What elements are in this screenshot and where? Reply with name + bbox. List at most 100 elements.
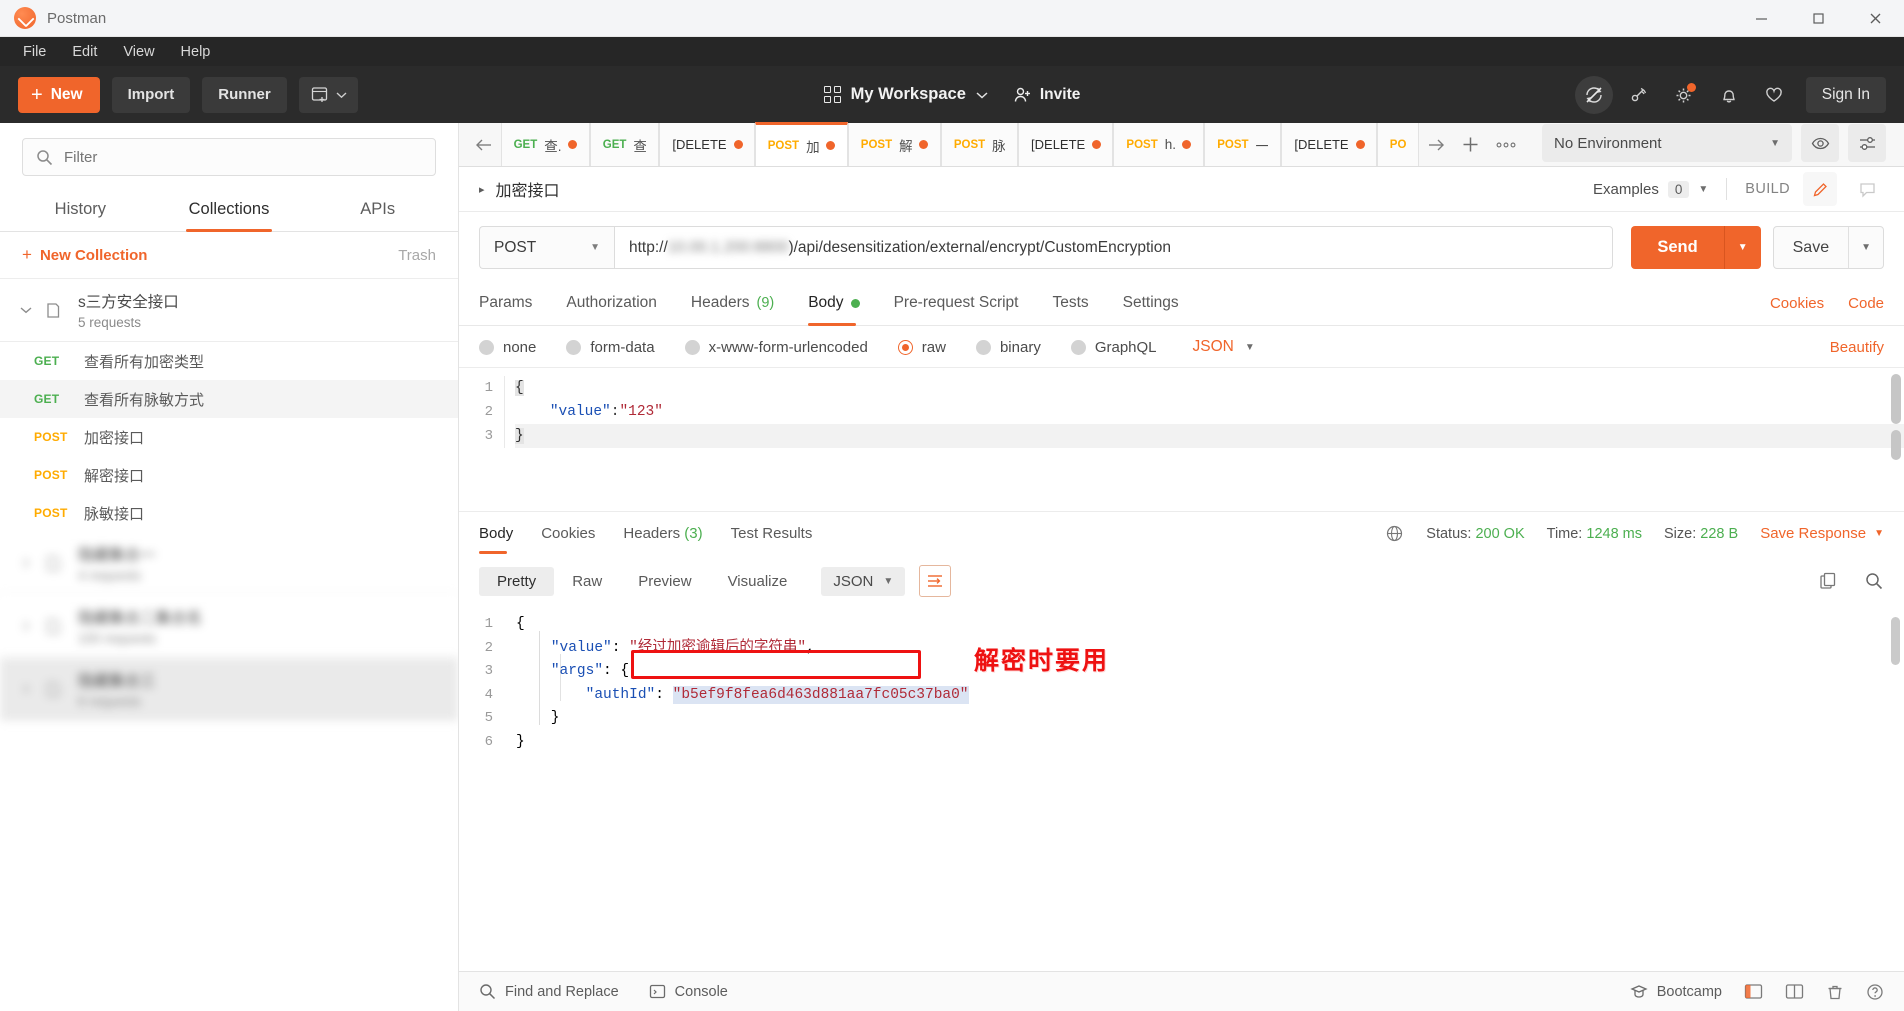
tab-3[interactable]: POST 加 <box>754 122 848 166</box>
menu-help[interactable]: Help <box>168 41 224 63</box>
comment-icon[interactable] <box>1850 172 1884 206</box>
menu-view[interactable]: View <box>110 41 167 63</box>
body-type-form-data[interactable]: form-data <box>566 339 655 356</box>
eye-icon[interactable] <box>1801 124 1839 162</box>
chevron-right-icon[interactable] <box>20 684 32 694</box>
body-type-none[interactable]: none <box>479 339 536 356</box>
tab-10[interactable]: PO <box>1376 123 1420 166</box>
response-tab-body[interactable]: Body <box>479 513 513 554</box>
chevron-right-icon[interactable]: ▸ <box>479 183 485 196</box>
plus-icon[interactable] <box>1453 123 1489 166</box>
request-item-0[interactable]: GET 查看所有加密类型 <box>0 342 458 380</box>
signin-button[interactable]: Sign In <box>1805 76 1886 113</box>
chevron-right-icon[interactable] <box>20 621 32 631</box>
body-type-urlencoded[interactable]: x-www-form-urlencoded <box>684 339 868 356</box>
filter-field[interactable] <box>64 148 422 166</box>
code-link[interactable]: Code <box>1848 295 1884 312</box>
heart-icon[interactable] <box>1755 76 1793 114</box>
find-and-replace-button[interactable]: Find and Replace <box>479 983 619 1000</box>
tab-1[interactable]: GET 查 <box>589 123 660 166</box>
tab-body[interactable]: Body <box>808 281 860 326</box>
response-tab-test-results[interactable]: Test Results <box>731 513 813 554</box>
close-icon[interactable] <box>1847 0 1904 37</box>
import-button[interactable]: Import <box>111 76 191 113</box>
tab-settings[interactable]: Settings <box>1123 281 1179 325</box>
request-body-editor[interactable]: 1 2 3 { "value":"123" } <box>459 368 1904 511</box>
tab-0[interactable]: GET 查. <box>500 123 590 166</box>
tab-apis[interactable]: APIs <box>303 189 452 231</box>
request-item-2[interactable]: POST 加密接口 <box>0 418 458 456</box>
save-button[interactable]: Save ▼ <box>1772 226 1884 269</box>
tab-authorization[interactable]: Authorization <box>566 281 656 325</box>
gear-icon[interactable] <box>1665 76 1703 114</box>
editor-scrollbar-secondary[interactable] <box>1891 430 1901 460</box>
tab-4[interactable]: POST 解 <box>847 123 941 166</box>
tab-5[interactable]: POST 脉 <box>940 123 1019 166</box>
menu-edit[interactable]: Edit <box>59 41 110 63</box>
search-icon[interactable] <box>1864 571 1884 591</box>
response-scrollbar[interactable] <box>1891 617 1900 665</box>
request-item-4[interactable]: POST 脉敏接口 <box>0 494 458 532</box>
environment-selector[interactable]: No Environment ▼ <box>1542 124 1792 162</box>
view-tab-raw[interactable]: Raw <box>554 567 620 596</box>
help-icon[interactable] <box>1866 983 1884 1001</box>
ellipsis-icon[interactable] <box>1488 123 1524 166</box>
editor-code[interactable]: { "value":"123" } <box>504 368 1904 511</box>
menu-file[interactable]: File <box>10 41 59 63</box>
save-response-button[interactable]: Save Response ▼ <box>1760 525 1884 542</box>
new-collection-button[interactable]: + New Collection <box>22 245 147 265</box>
response-tab-headers[interactable]: Headers (3) <box>623 513 702 554</box>
view-tab-preview[interactable]: Preview <box>620 567 709 596</box>
arrow-right-icon[interactable] <box>1419 123 1453 166</box>
url-input[interactable]: http:// 10.00.1.200:8800 )/api/desensiti… <box>614 226 1614 269</box>
body-type-raw[interactable]: raw <box>897 339 946 356</box>
collection-row-redacted-0[interactable]: 隐藏集合一 4 requests <box>0 532 458 595</box>
sidebar-layout-icon[interactable] <box>1744 983 1763 1000</box>
response-body-viewer[interactable]: 1 2 3 4 5 6 { "value": "经过加密逾辑后的字符串", "a… <box>459 607 1904 971</box>
word-wrap-icon[interactable] <box>919 565 952 597</box>
two-pane-icon[interactable] <box>1785 983 1804 1000</box>
copy-icon[interactable] <box>1818 571 1838 591</box>
workspace-selector[interactable]: My Workspace <box>823 85 988 104</box>
send-button[interactable]: Send ▼ <box>1631 226 1761 269</box>
cookies-link[interactable]: Cookies <box>1770 295 1824 312</box>
tab-collections[interactable]: Collections <box>155 189 304 232</box>
tab-8[interactable]: POST 一 <box>1204 123 1282 166</box>
response-tab-cookies[interactable]: Cookies <box>541 513 595 554</box>
minimize-icon[interactable] <box>1733 0 1790 37</box>
tab-tests[interactable]: Tests <box>1052 281 1088 325</box>
search-input[interactable] <box>22 138 436 176</box>
body-type-binary[interactable]: binary <box>975 339 1041 356</box>
response-format-selector[interactable]: JSON ▼ <box>821 566 906 596</box>
view-tab-visualize[interactable]: Visualize <box>710 567 806 596</box>
pencil-icon[interactable] <box>1803 172 1837 206</box>
sliders-icon[interactable] <box>1848 124 1886 162</box>
build-label[interactable]: BUILD <box>1745 181 1790 197</box>
tab-pre-request-script[interactable]: Pre-request Script <box>894 281 1019 325</box>
request-item-3[interactable]: POST 解密接口 <box>0 456 458 494</box>
console-button[interactable]: Console <box>649 983 728 1000</box>
raw-format-selector[interactable]: JSON ▼ <box>1193 338 1255 356</box>
maximize-icon[interactable] <box>1790 0 1847 37</box>
chevron-right-icon[interactable] <box>20 558 32 568</box>
bell-icon[interactable] <box>1710 76 1748 114</box>
arrow-left-icon[interactable] <box>467 123 501 166</box>
runner-button[interactable]: Runner <box>202 76 287 113</box>
tab-7[interactable]: POST h. <box>1113 123 1205 166</box>
view-tab-pretty[interactable]: Pretty <box>479 566 555 596</box>
chevron-down-icon[interactable] <box>20 306 32 314</box>
tab-history[interactable]: History <box>6 189 155 231</box>
tab-2[interactable]: [DELETE <box>659 123 755 166</box>
body-type-graphql[interactable]: GraphQL <box>1070 339 1157 356</box>
editor-scrollbar[interactable] <box>1891 374 1901 424</box>
new-button[interactable]: + New <box>18 76 100 113</box>
tab-9[interactable]: [DELETE <box>1281 123 1377 166</box>
bootcamp-button[interactable]: Bootcamp <box>1630 983 1722 1001</box>
collection-row[interactable]: s三方安全接口 5 requests <box>0 279 458 342</box>
invite-button[interactable]: Invite <box>1014 86 1080 104</box>
tab-params[interactable]: Params <box>479 281 532 325</box>
examples-selector[interactable]: Examples 0 ▼ <box>1593 180 1708 198</box>
tab-headers[interactable]: Headers (9) <box>691 281 774 325</box>
trash-link[interactable]: Trash <box>398 247 436 264</box>
tab-6[interactable]: [DELETE <box>1018 123 1114 166</box>
